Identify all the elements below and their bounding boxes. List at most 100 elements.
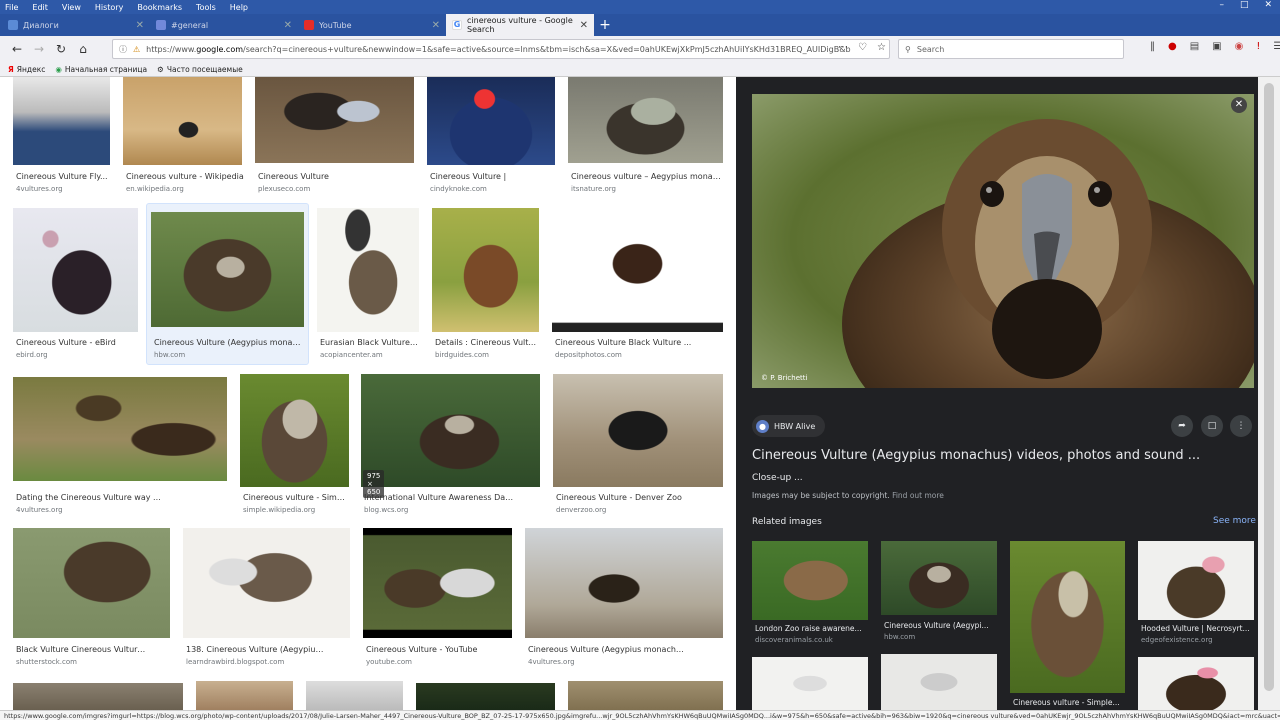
bookmark-most-visited[interactable]: ⚙ Часто посещаемые <box>157 65 243 74</box>
bookmark-icon[interactable]: □ <box>1201 415 1223 437</box>
extension-icon[interactable]: ! <box>1256 41 1260 52</box>
result-thumbnail[interactable] <box>255 77 414 163</box>
result-thumbnail[interactable] <box>568 77 723 163</box>
menu-view[interactable]: View <box>62 3 81 12</box>
address-bar[interactable]: ⓘ ⚠ https://www.google.com/search?q=cine… <box>112 39 890 59</box>
back-icon[interactable]: ← <box>6 42 28 56</box>
result-caption[interactable]: Cinereous Vulture (Aegypius monachus ... <box>528 645 688 654</box>
find-out-more-link[interactable]: Find out more <box>892 491 944 500</box>
related-caption[interactable]: Cinereous Vulture (Aegypi... <box>884 621 996 630</box>
home-icon[interactable]: ⌂ <box>72 42 94 56</box>
result-thumbnail[interactable] <box>13 683 183 710</box>
result-thumbnail[interactable] <box>317 208 419 332</box>
new-tab-button[interactable]: + <box>594 17 616 33</box>
related-caption[interactable]: London Zoo raise awarene... <box>755 624 869 633</box>
pocket-icon[interactable]: ♡ <box>858 42 867 53</box>
related-caption[interactable]: Cinereous vulture - Simple... <box>1013 698 1125 707</box>
sidebar-icon[interactable]: ▤ <box>1190 41 1199 52</box>
result-thumbnail[interactable] <box>240 374 349 487</box>
addon-icon[interactable]: ● <box>1168 41 1177 52</box>
result-caption[interactable]: 138. Cinereous Vulture (Aegypius ... <box>186 645 326 654</box>
related-thumbnail[interactable] <box>1138 657 1254 710</box>
result-thumbnail[interactable] <box>151 212 304 327</box>
more-icon[interactable]: ⋯ <box>838 42 848 53</box>
close-icon[interactable]: ✕ <box>432 20 440 31</box>
result-caption[interactable]: Dating the Cinereous Vulture way ... <box>16 493 166 502</box>
tab-google-search[interactable]: G cinereous vulture - Google Search ✕ <box>446 14 594 36</box>
close-icon[interactable]: ✕ <box>580 20 588 31</box>
bookmark-yandex[interactable]: Я Яндекс <box>8 65 45 74</box>
result-caption[interactable]: Cinereous vulture - Simp... <box>243 493 348 502</box>
related-thumbnail[interactable] <box>881 541 997 615</box>
info-icon[interactable]: ⓘ <box>119 44 127 55</box>
result-caption[interactable]: Cinereous vulture - Wikipedia <box>126 172 246 181</box>
see-more-link[interactable]: See more <box>1213 516 1256 526</box>
search-input[interactable]: ⚲ Search <box>898 39 1124 59</box>
result-thumbnail[interactable] <box>363 528 512 638</box>
result-caption[interactable]: Cinereous Vulture - eBird <box>16 338 136 347</box>
bookmark-start-page[interactable]: ◉ Начальная страница <box>55 65 147 74</box>
page-scrollbar[interactable] <box>1258 77 1280 710</box>
related-thumbnail[interactable] <box>752 541 868 620</box>
maximize-icon[interactable]: □ <box>1240 0 1249 10</box>
more-options-icon[interactable]: ⋮ <box>1230 415 1252 437</box>
minimize-icon[interactable]: – <box>1219 0 1224 10</box>
result-thumbnail[interactable] <box>427 77 555 165</box>
result-thumbnail[interactable] <box>361 374 540 487</box>
result-caption[interactable]: Black Vulture Cinereous Vulture ... <box>16 645 146 654</box>
result-caption[interactable]: Cinereous Vulture <box>258 172 408 181</box>
result-thumbnail[interactable] <box>13 77 110 165</box>
related-caption[interactable]: Hooded Vulture | Necrosyrt... <box>1141 624 1253 633</box>
screenshot-icon[interactable]: ▣ <box>1212 41 1221 52</box>
preview-title[interactable]: Cinereous Vulture (Aegypius monachus) vi… <box>752 448 1200 463</box>
forward-icon[interactable]: → <box>28 42 50 56</box>
reload-icon[interactable]: ↻ <box>50 42 72 56</box>
result-thumbnail[interactable] <box>306 681 403 710</box>
color-icon[interactable]: ◉ <box>1235 41 1244 52</box>
result-thumbnail[interactable] <box>183 528 350 638</box>
close-icon[interactable]: ✕ <box>284 20 292 31</box>
result-caption[interactable]: Cinereous Vulture - Denver Zoo <box>556 493 706 502</box>
result-caption[interactable]: Cinereous Vulture | <box>430 172 550 181</box>
result-thumbnail[interactable] <box>13 528 170 638</box>
result-caption[interactable]: Cinereous vulture – Aegypius monac... <box>571 172 721 181</box>
related-thumbnail[interactable] <box>1010 541 1125 693</box>
menu-tools[interactable]: Tools <box>196 3 216 12</box>
menu-history[interactable]: History <box>95 3 123 12</box>
tab-dialogs[interactable]: Диалоги ✕ <box>2 14 150 36</box>
star-icon[interactable]: ☆ <box>877 42 886 53</box>
close-icon[interactable]: ✕ <box>136 20 144 31</box>
related-thumbnail[interactable] <box>881 654 997 710</box>
result-caption[interactable]: International Vulture Awareness Day... <box>364 493 514 502</box>
lock-icon[interactable]: ⚠ <box>133 45 140 54</box>
menu-help[interactable]: Help <box>230 3 248 12</box>
tab-general[interactable]: #general ✕ <box>150 14 298 36</box>
result-thumbnail[interactable] <box>568 681 723 710</box>
preview-image[interactable] <box>752 94 1254 388</box>
result-caption[interactable]: Details : Cinereous Vult... <box>435 338 540 347</box>
share-icon[interactable]: ➦ <box>1171 415 1193 437</box>
result-caption[interactable]: Cinereous Vulture Black Vulture ... <box>555 338 705 347</box>
result-thumbnail[interactable] <box>13 208 138 332</box>
result-caption[interactable]: Eurasian Black Vulture,... <box>320 338 418 347</box>
source-chip[interactable]: ● HBW Alive <box>752 415 826 437</box>
related-thumbnail[interactable] <box>752 657 868 710</box>
result-caption[interactable]: Cinereous Vulture (Aegypius monac... <box>154 338 302 347</box>
close-window-icon[interactable]: ✕ <box>1264 0 1272 10</box>
result-thumbnail[interactable] <box>432 208 539 332</box>
close-icon[interactable]: ✕ <box>1231 97 1247 113</box>
tab-youtube[interactable]: YouTube ✕ <box>298 14 446 36</box>
menu-bookmarks[interactable]: Bookmarks <box>137 3 182 12</box>
result-caption[interactable]: Cinereous Vulture Fly... <box>16 172 116 181</box>
related-thumbnail[interactable] <box>1138 541 1254 620</box>
result-thumbnail[interactable] <box>416 683 555 710</box>
menu-edit[interactable]: Edit <box>32 3 48 12</box>
result-thumbnail[interactable] <box>525 528 723 638</box>
library-icon[interactable]: ‖ <box>1150 41 1155 52</box>
result-thumbnail[interactable] <box>123 77 242 165</box>
result-thumbnail[interactable] <box>196 681 293 710</box>
hamburger-menu-icon[interactable]: ☰ <box>1273 41 1280 52</box>
scrollbar-thumb[interactable] <box>1264 83 1274 691</box>
result-thumbnail[interactable] <box>552 208 723 332</box>
result-caption[interactable]: Cinereous Vulture - YouTube <box>366 645 506 654</box>
